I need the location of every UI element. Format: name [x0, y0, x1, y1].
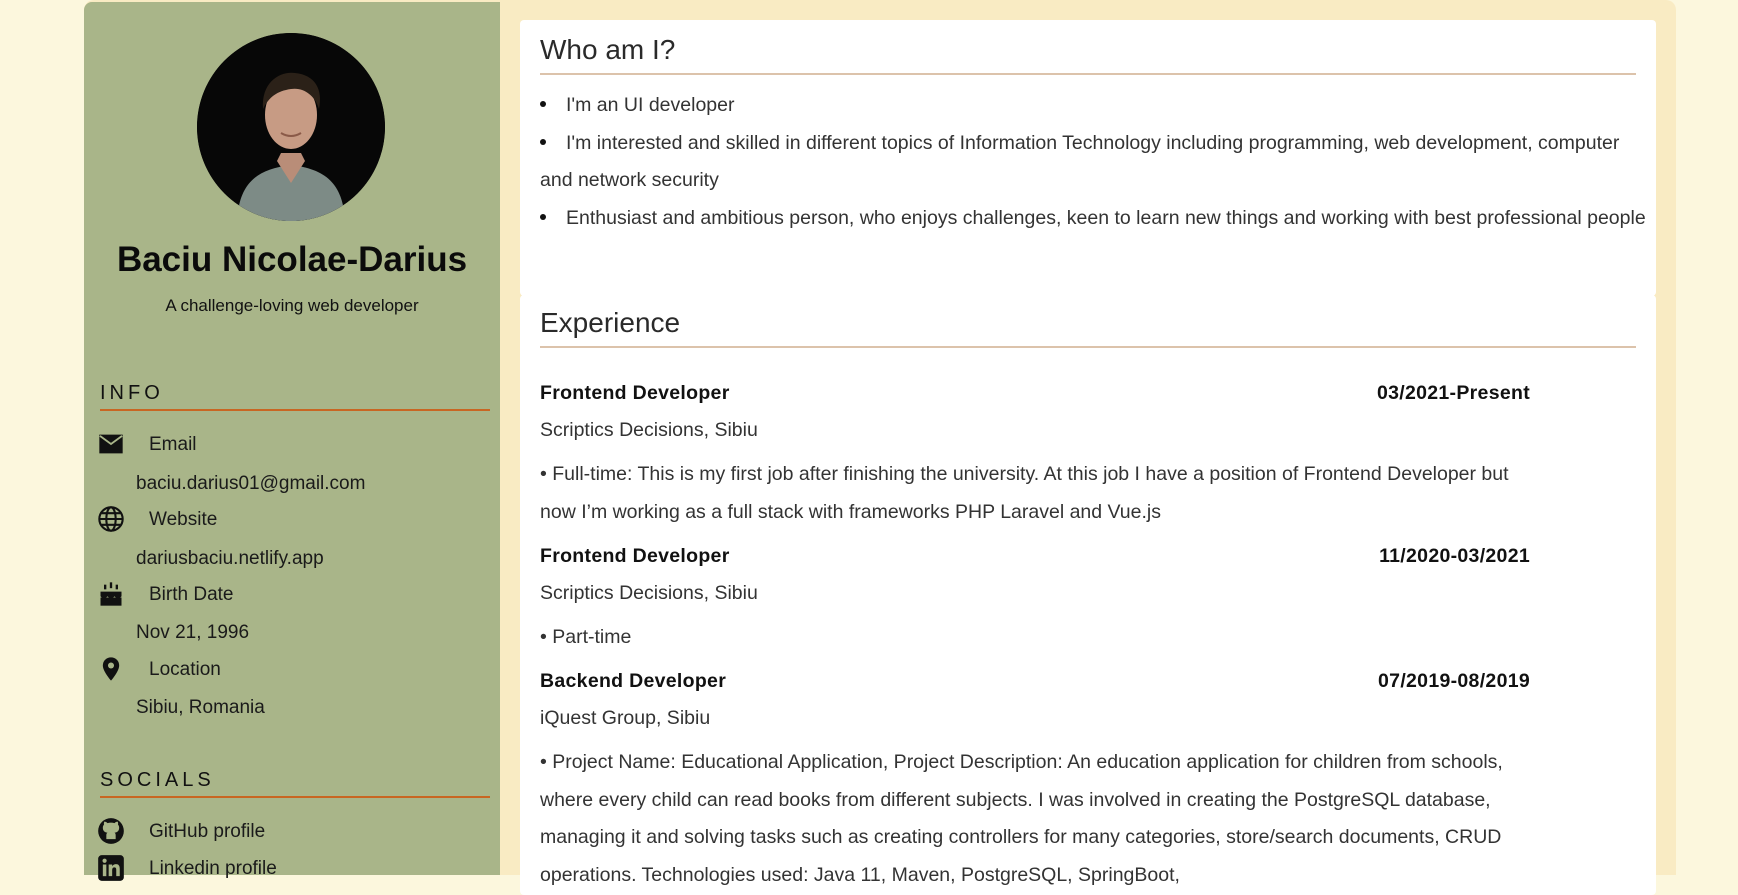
list-item: Enthusiast and ambitious person, who enj…: [540, 200, 1650, 238]
sidebar: Baciu Nicolae-Darius A challenge-loving …: [84, 2, 500, 881]
job-date: 03/2021-Present: [1376, 382, 1530, 404]
job-company: iQuest Group, Sibiu: [540, 707, 711, 729]
about-title: Who am I?: [540, 34, 1636, 75]
job-entry: Frontend Developer 03/2021-Present Scrip…: [540, 382, 1530, 532]
about-bullets: I'm an UI developer I'm interested and s…: [540, 87, 1650, 237]
job-title: Frontend Developer: [540, 382, 730, 404]
job-entry: Backend Developer 07/2019-08/2019 iQuest…: [540, 670, 1530, 886]
job-description: • Project Name: Educational Application,…: [540, 751, 1503, 886]
job-entry: Frontend Developer 11/2020-03/2021 Scrip…: [540, 545, 1530, 657]
info-section-title: INFO: [100, 382, 490, 411]
list-item: I'm an UI developer: [540, 87, 1650, 125]
about-card: Who am I? I'm an UI developer I'm intere…: [520, 20, 1656, 296]
list-item: I'm interested and skilled in different …: [540, 131, 1620, 191]
website-label: Website: [149, 509, 218, 530]
mail-icon: [97, 430, 125, 458]
bullet-dot: [540, 101, 546, 108]
location-value: Sibiu, Romania: [136, 697, 265, 718]
birth-date-label: Birth Date: [149, 584, 234, 605]
github-icon: [97, 817, 125, 845]
location-label: Location: [149, 659, 221, 680]
linkedin-link[interactable]: Linkedin profile: [149, 858, 277, 880]
job-date: 07/2019-08/2019: [1378, 670, 1530, 692]
job-description: • Full-time: This is my first job after …: [540, 463, 1509, 523]
linkedin-icon: [97, 854, 125, 882]
website-value[interactable]: dariusbaciu.netlify.app: [136, 548, 324, 570]
job-company: Scriptics Decisions, Sibiu: [540, 419, 758, 441]
socials-section-title: SOCIALS: [100, 769, 490, 798]
location-pin-icon: [97, 655, 125, 683]
birth-date-value: Nov 21, 1996: [136, 622, 250, 643]
experience-title: Experience: [540, 307, 1636, 348]
job-title: Frontend Developer: [540, 545, 730, 567]
bullet-dot: [540, 213, 546, 220]
globe-icon: [97, 505, 125, 533]
cake-icon: [97, 580, 125, 608]
bullet-dot: [540, 138, 546, 145]
job-date: 11/2020-03/2021: [1379, 545, 1530, 567]
job-title: Backend Developer: [540, 670, 727, 692]
email-value[interactable]: baciu.darius01@gmail.com: [136, 473, 365, 495]
email-label: Email: [149, 434, 197, 455]
experience-card: Experience Frontend Developer 03/2021-Pr…: [520, 295, 1656, 895]
job-description: • Part-time: [540, 626, 632, 648]
github-link[interactable]: GitHub profile: [149, 821, 265, 843]
profile-name: Baciu Nicolae-Darius: [116, 240, 468, 279]
job-company: Scriptics Decisions, Sibiu: [540, 582, 758, 604]
profile-tagline: A challenge-loving web developer: [165, 296, 419, 315]
avatar: [197, 33, 385, 221]
